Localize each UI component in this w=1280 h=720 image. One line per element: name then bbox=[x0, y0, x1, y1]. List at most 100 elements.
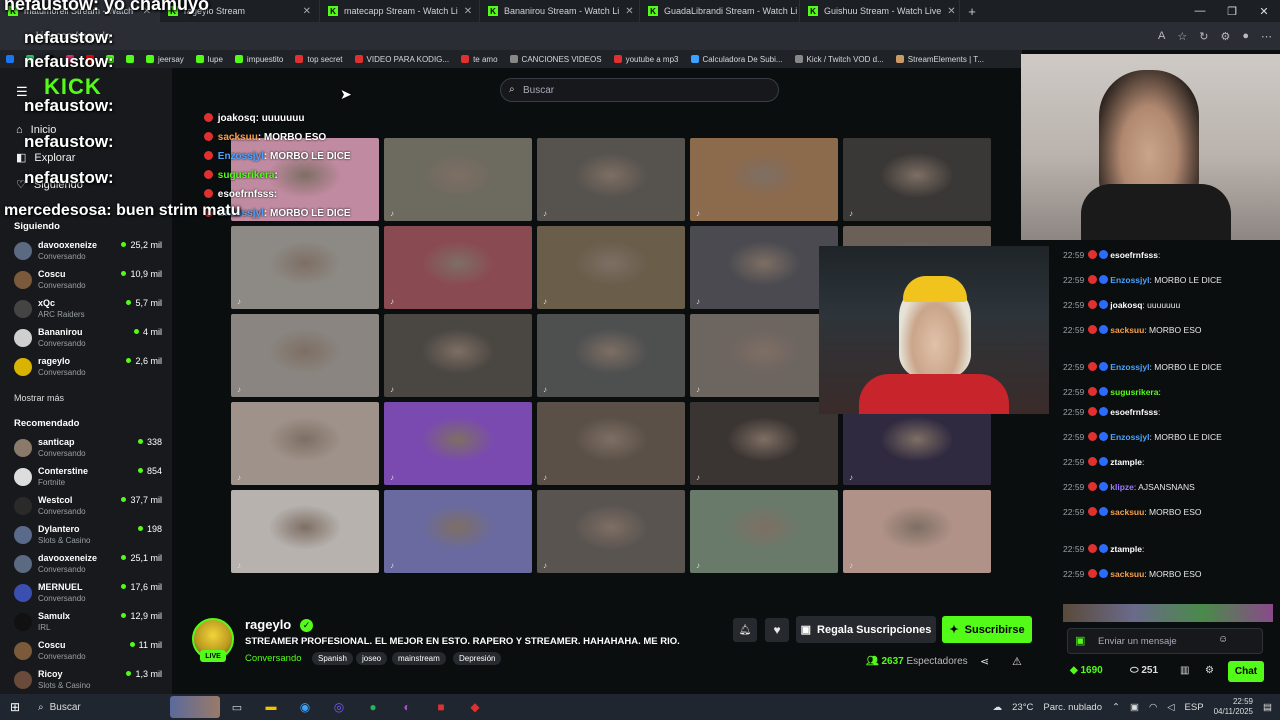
task-view-icon[interactable]: ▭ bbox=[220, 701, 254, 714]
bookmark-item[interactable]: VIDEO PARA KODIG... bbox=[354, 55, 449, 64]
wifi-icon[interactable]: ◠ bbox=[1149, 702, 1157, 713]
mute-icon[interactable]: ♪ bbox=[696, 561, 700, 570]
sidebar-channel-item[interactable]: davooxeneize Conversando 25,1 mil bbox=[14, 551, 164, 579]
chat-user[interactable]: Enzossjyl bbox=[1110, 432, 1149, 442]
points-display[interactable]: ◆ 1690 bbox=[1070, 665, 1103, 676]
video-tile[interactable]: ♪ bbox=[690, 490, 838, 573]
nav-explorar[interactable]: ◧ Explorar bbox=[16, 151, 75, 165]
chat-send-button[interactable]: Chat bbox=[1228, 661, 1264, 682]
mute-icon[interactable]: ♪ bbox=[237, 297, 241, 306]
video-tile[interactable]: ♪ bbox=[690, 402, 838, 485]
bell-icon[interactable]: 🔔︎ bbox=[733, 618, 757, 642]
browser-tab[interactable]: K Guishuu Stream - Watch Live ✕ bbox=[800, 0, 960, 22]
volume-icon[interactable]: ◁ bbox=[1167, 702, 1174, 713]
emote-bar[interactable] bbox=[1063, 604, 1273, 622]
mute-icon[interactable]: ♪ bbox=[390, 561, 394, 570]
sidebar-channel-item[interactable]: Samulx IRL 12,9 mil bbox=[14, 609, 164, 637]
spotify-icon[interactable]: ● bbox=[356, 700, 390, 714]
video-tile[interactable]: ♪ bbox=[384, 402, 532, 485]
close-tab-icon[interactable]: ✕ bbox=[303, 6, 311, 17]
favorite-star-icon[interactable]: ☆ bbox=[1177, 30, 1187, 43]
video-tile[interactable]: ♪ bbox=[384, 314, 532, 397]
kick-logo[interactable]: KICK bbox=[44, 74, 102, 100]
tray-chevron-icon[interactable]: ⌃ bbox=[1112, 702, 1120, 713]
tray-app-icon[interactable]: ▣ bbox=[1130, 702, 1139, 713]
bookmark-item[interactable]: impuestito bbox=[234, 55, 283, 64]
mute-icon[interactable]: ♪ bbox=[543, 209, 547, 218]
maximize-icon[interactable]: ❐ bbox=[1216, 0, 1248, 22]
close-tab-icon[interactable]: ✕ bbox=[625, 6, 633, 17]
chat-gear-icon[interactable]: ⚙ bbox=[1205, 665, 1214, 676]
taskbar-widget-image[interactable] bbox=[170, 696, 220, 718]
browser-tab[interactable]: Kmatecapp Stream - Watch Li ✕ bbox=[320, 0, 480, 22]
file-explorer-icon[interactable]: ▬ bbox=[254, 701, 288, 713]
mute-icon[interactable]: ♪ bbox=[237, 561, 241, 570]
app-icon[interactable]: ◆ bbox=[458, 700, 492, 714]
video-tile[interactable]: ♪ bbox=[537, 314, 685, 397]
report-icon[interactable]: ⚠ bbox=[1012, 655, 1022, 668]
show-more-link[interactable]: Mostrar más bbox=[14, 393, 64, 403]
chat-settings-icon[interactable]: ▣ bbox=[1075, 634, 1085, 647]
sidebar-channel-item[interactable]: Dylantero Slots & Casino 198 bbox=[14, 522, 164, 550]
sidebar-channel-item[interactable]: Coscu Conversando 11 mil bbox=[14, 638, 164, 666]
emote-picker-icon[interactable]: ☺ bbox=[1218, 634, 1228, 645]
video-tile[interactable]: ♪ bbox=[537, 490, 685, 573]
bookmark-item[interactable]: te amo bbox=[461, 55, 498, 64]
video-tile[interactable]: ♪ bbox=[384, 490, 532, 573]
video-tile[interactable]: ♪ bbox=[843, 490, 991, 573]
canva-icon[interactable]: ◐ bbox=[390, 700, 424, 714]
weather-desc[interactable]: Parc. nublado bbox=[1043, 702, 1102, 713]
mute-icon[interactable]: ♪ bbox=[237, 473, 241, 482]
app-icon[interactable]: ■ bbox=[424, 700, 458, 714]
sidebar-channel-item[interactable]: Westcol Conversando 37,7 mil bbox=[14, 493, 164, 521]
mute-icon[interactable]: ♪ bbox=[543, 385, 547, 394]
mute-icon[interactable]: ♪ bbox=[696, 297, 700, 306]
sidebar-channel-item[interactable]: Ricoy Slots & Casino 1,3 mil bbox=[14, 667, 164, 695]
mute-icon[interactable]: ♪ bbox=[696, 385, 700, 394]
follow-heart-icon[interactable]: ♥ bbox=[765, 618, 789, 642]
video-tile[interactable]: ♪ bbox=[537, 138, 685, 221]
sidebar-channel-item[interactable]: Bananirou Conversando 4 mil bbox=[14, 325, 164, 353]
menu-dots-icon[interactable]: ⋯ bbox=[1261, 30, 1272, 43]
chat-user[interactable]: ztample bbox=[1110, 457, 1142, 467]
tag[interactable]: Depresión bbox=[453, 652, 502, 665]
sidebar-channel-item[interactable]: santicap Conversando 338 bbox=[14, 435, 164, 463]
chat-user[interactable]: Enzossjyl bbox=[1110, 362, 1149, 372]
chat-user[interactable]: Enzossjyl bbox=[1110, 275, 1149, 285]
video-tile[interactable]: ♪ bbox=[231, 226, 379, 309]
chat-user[interactable]: esoefrnfsss bbox=[1110, 407, 1158, 417]
bookmark-icon[interactable] bbox=[126, 55, 134, 63]
tag[interactable]: Spanish bbox=[312, 652, 353, 665]
video-tile[interactable]: ♪ bbox=[231, 402, 379, 485]
bookmark-item[interactable]: CANCIONES VIDEOS bbox=[509, 55, 602, 64]
video-tile[interactable]: ♪ bbox=[384, 226, 532, 309]
mute-icon[interactable]: ♪ bbox=[390, 473, 394, 482]
mute-icon[interactable]: ♪ bbox=[237, 385, 241, 394]
mute-icon[interactable]: ♪ bbox=[543, 297, 547, 306]
mute-icon[interactable]: ♪ bbox=[849, 209, 853, 218]
chat-user[interactable]: joakosq bbox=[1110, 300, 1142, 310]
chat-user[interactable]: klipze bbox=[1110, 482, 1134, 492]
mute-icon[interactable]: ♪ bbox=[696, 473, 700, 482]
bookmark-item[interactable]: Calculadora De Subi... bbox=[690, 55, 783, 64]
extensions-icon[interactable]: ⚙ bbox=[1220, 30, 1230, 43]
edge-browser-icon[interactable]: ◉ bbox=[288, 700, 322, 714]
mute-icon[interactable]: ♪ bbox=[543, 561, 547, 570]
messenger-icon[interactable]: ◎ bbox=[322, 700, 356, 714]
clock[interactable]: 22:59 04/11/2025 bbox=[1214, 697, 1253, 717]
tag[interactable]: mainstream bbox=[392, 652, 446, 665]
sidebar-channel-item[interactable]: Coscu Conversando 10,9 mil bbox=[14, 267, 164, 295]
mute-icon[interactable]: ♪ bbox=[849, 473, 853, 482]
windows-start-icon[interactable]: ⊞ bbox=[0, 700, 30, 714]
video-tile[interactable]: ♪ bbox=[231, 314, 379, 397]
video-tile[interactable]: ♪ bbox=[537, 402, 685, 485]
video-tile[interactable]: ♪ bbox=[843, 138, 991, 221]
sidebar-channel-item[interactable]: rageylo Conversando 2,6 mil bbox=[14, 354, 164, 382]
tag[interactable]: joseo bbox=[356, 652, 388, 665]
video-tile[interactable]: ♪ bbox=[690, 226, 838, 309]
close-tab-icon[interactable]: ✕ bbox=[464, 6, 472, 17]
chat-user[interactable]: sacksuu bbox=[1110, 325, 1144, 335]
chat-user[interactable]: sacksuu bbox=[1110, 507, 1144, 517]
mute-icon[interactable]: ♪ bbox=[390, 209, 394, 218]
refresh-icon[interactable]: ↻ bbox=[1199, 30, 1208, 43]
